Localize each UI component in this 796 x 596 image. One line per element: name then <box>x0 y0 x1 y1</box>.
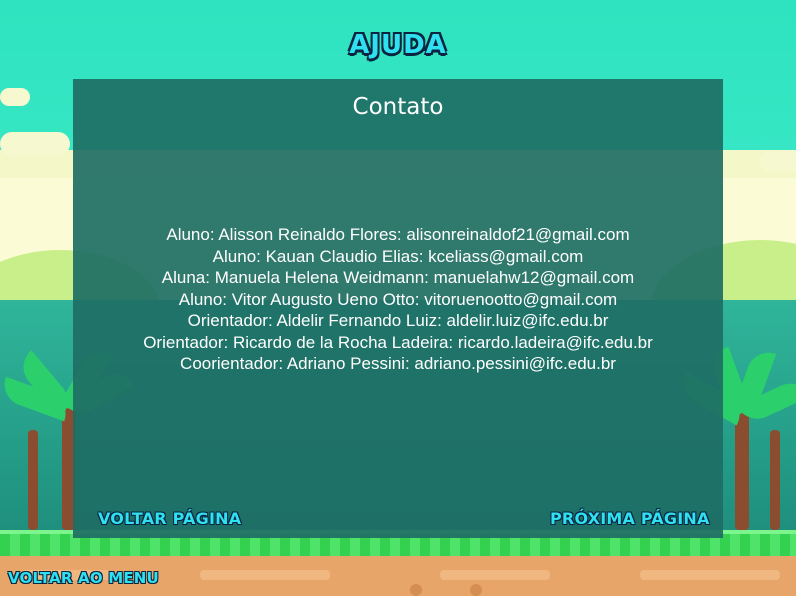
contact-item: Aluno: Vitor Augusto Ueno Otto: vitoruen… <box>178 289 618 309</box>
ground-brick <box>640 570 780 580</box>
contact-item: Coorientador: Adriano Pessini: adriano.p… <box>180 354 616 373</box>
cloud <box>0 132 70 156</box>
contact-list: Aluno: Alisson Reinaldo Flores: alisonre… <box>73 224 723 375</box>
ground-brick <box>200 570 330 580</box>
palm-trunk <box>770 430 780 530</box>
contact-item: Aluna: Manuela Helena Weidmann: manuelah… <box>161 268 635 287</box>
palm-trunk <box>28 430 38 530</box>
cloud <box>0 88 30 106</box>
next-page-button[interactable]: PRÓXIMA PÁGINA <box>550 509 710 528</box>
cloud <box>760 150 796 172</box>
page-title: AJUDA <box>349 30 447 60</box>
panel-title: Contato <box>352 94 444 120</box>
palm-trunk <box>735 410 749 530</box>
contact-item: Orientador: Aldelir Fernando Luiz: aldel… <box>187 311 609 330</box>
contact-item: Aluno: Alisson Reinaldo Flores: alisonre… <box>166 225 630 244</box>
contact-item: Aluno: Kauan Claudio Elias: kceliass@gma… <box>212 246 584 266</box>
ground-stone <box>410 584 422 596</box>
contact-item: Orientador: Ricardo de la Rocha Ladeira:… <box>143 332 653 352</box>
back-to-menu-button[interactable]: VOLTAR AO MENU <box>8 569 159 587</box>
contact-panel: Contato Aluno: Alisson Reinaldo Flores: … <box>73 79 723 538</box>
previous-page-button[interactable]: VOLTAR PÁGINA <box>98 509 241 528</box>
ground-brick <box>440 570 550 580</box>
ground-stone <box>470 584 482 596</box>
